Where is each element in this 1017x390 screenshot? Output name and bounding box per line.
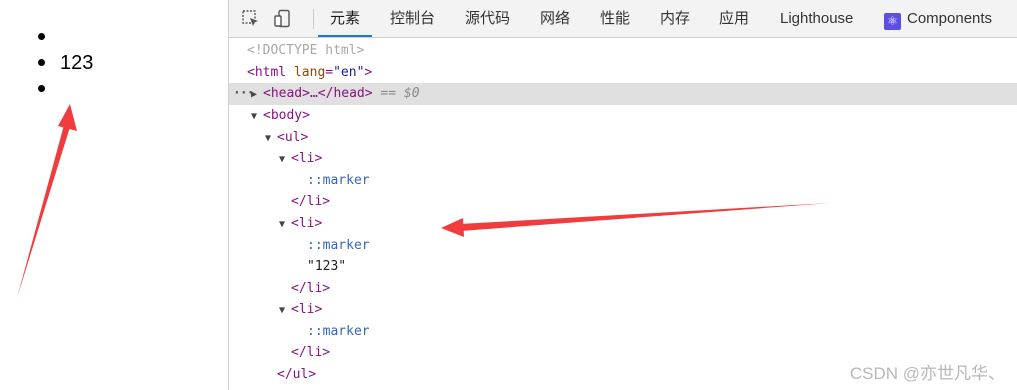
collapse-arrow-icon[interactable]: ▼ bbox=[279, 214, 291, 236]
collapse-arrow-icon[interactable]: ▼ bbox=[265, 128, 277, 150]
bullet-icon bbox=[38, 59, 45, 66]
dom-node-li[interactable]: ▼ <li> bbox=[229, 148, 1017, 170]
dom-node-marker[interactable]: ::marker bbox=[229, 321, 1017, 343]
dom-node-li-close[interactable]: </li> bbox=[229, 191, 1017, 213]
dom-node-doctype[interactable]: <!DOCTYPE html> bbox=[229, 40, 1017, 62]
more-options-icon[interactable]: ··· bbox=[233, 83, 255, 105]
dom-node-marker[interactable]: ::marker bbox=[229, 235, 1017, 257]
collapse-arrow-icon[interactable]: ▼ bbox=[279, 300, 291, 322]
dom-node-li-close[interactable]: </li> bbox=[229, 278, 1017, 300]
react-components-icon: ⚛ bbox=[884, 13, 901, 30]
devtools-toolbar: 元素 控制台 源代码 网络 性能 内存 应用 Lighthouse ⚛ Compo… bbox=[229, 0, 1017, 38]
inspect-element-icon[interactable] bbox=[241, 9, 261, 29]
tab-lighthouse[interactable]: Lighthouse bbox=[780, 0, 853, 37]
tab-performance[interactable]: 性能 bbox=[600, 0, 630, 37]
list-item-text: 123 bbox=[60, 52, 94, 74]
page-list: 123 bbox=[38, 24, 93, 102]
dom-node-ul[interactable]: ▼ <ul> bbox=[229, 127, 1017, 149]
dom-tree: <!DOCTYPE html> <html lang="en"> ··· ▶ <h… bbox=[229, 38, 1017, 390]
dom-node-html[interactable]: <html lang="en"> bbox=[229, 62, 1017, 84]
collapse-arrow-icon[interactable]: ▼ bbox=[279, 149, 291, 171]
bullet-icon bbox=[38, 85, 45, 92]
dom-node-head[interactable]: ··· ▶ <head>…</head> == $0 bbox=[229, 83, 1017, 105]
selected-node-indicator: == $0 bbox=[380, 86, 420, 101]
tab-sources[interactable]: 源代码 bbox=[465, 0, 510, 37]
watermark: CSDN @亦世凡华、 bbox=[849, 364, 1005, 383]
tab-elements[interactable]: 元素 bbox=[317, 0, 373, 37]
list-item bbox=[38, 24, 93, 50]
list-item: 123 bbox=[38, 50, 93, 76]
dom-node-text[interactable]: "123" bbox=[229, 256, 1017, 278]
list-item bbox=[38, 76, 93, 102]
dom-node-li[interactable]: ▼ <li> bbox=[229, 213, 1017, 235]
tab-console[interactable]: 控制台 bbox=[390, 0, 435, 37]
rendered-page: 123 bbox=[0, 0, 229, 390]
toolbar-divider bbox=[313, 9, 314, 29]
dom-node-body[interactable]: ▼ <body> bbox=[229, 105, 1017, 127]
tab-components[interactable]: ⚛ Components bbox=[884, 0, 992, 37]
bullet-icon bbox=[38, 33, 45, 40]
tab-application[interactable]: 应用 bbox=[719, 0, 749, 37]
collapse-arrow-icon[interactable]: ▼ bbox=[251, 106, 263, 128]
dom-node-li[interactable]: ▼ <li> bbox=[229, 299, 1017, 321]
dom-node-marker[interactable]: ::marker bbox=[229, 170, 1017, 192]
devtools-panel: 元素 控制台 源代码 网络 性能 内存 应用 Lighthouse ⚛ Compo… bbox=[229, 0, 1017, 390]
device-toolbar-icon[interactable] bbox=[273, 9, 293, 29]
tab-memory[interactable]: 内存 bbox=[660, 0, 690, 37]
tab-network[interactable]: 网络 bbox=[540, 0, 570, 37]
